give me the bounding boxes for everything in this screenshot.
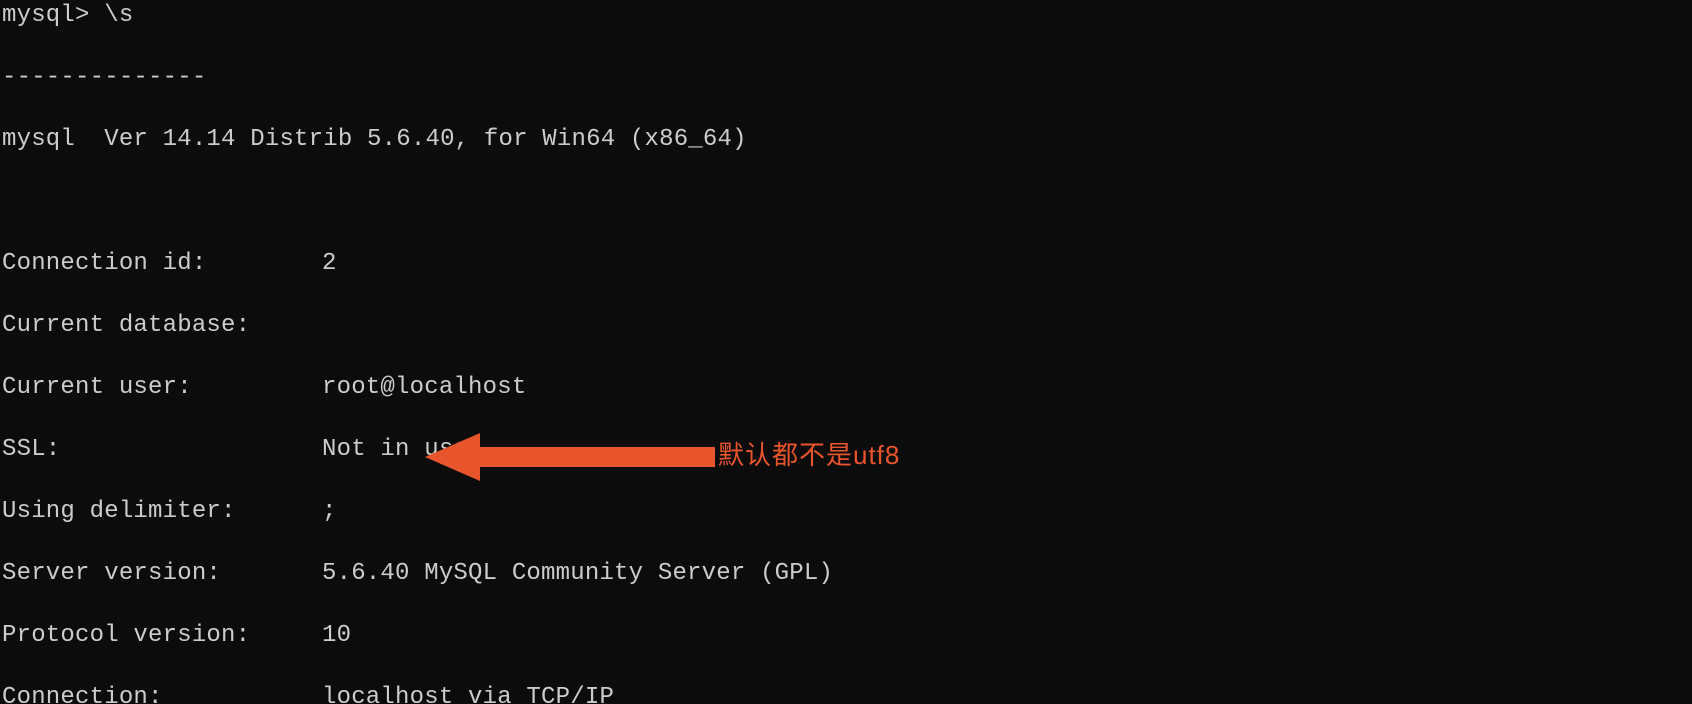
server-version-label: Server version:	[2, 558, 322, 589]
prompt: mysql>	[2, 2, 104, 29]
connection-id-label: Connection id:	[2, 248, 322, 279]
command: \s	[104, 2, 133, 29]
divider-top: --------------	[2, 62, 1692, 93]
using-delimiter-value: ;	[322, 498, 337, 525]
terminal-output[interactable]: mysql> \s -------------- mysql Ver 14.14…	[0, 0, 1692, 704]
protocol-version-value: 10	[322, 622, 351, 649]
connection-id-value: 2	[322, 250, 337, 277]
protocol-version-label: Protocol version:	[2, 620, 322, 651]
version-line: mysql Ver 14.14 Distrib 5.6.40, for Win6…	[2, 124, 1692, 155]
connection-label: Connection:	[2, 682, 322, 704]
current-database-label: Current database:	[2, 310, 322, 341]
ssl-value: Not in use	[322, 436, 468, 463]
server-version-value: 5.6.40 MySQL Community Server (GPL)	[322, 560, 833, 587]
current-user-label: Current user:	[2, 372, 322, 403]
using-delimiter-label: Using delimiter:	[2, 496, 322, 527]
current-user-value: root@localhost	[322, 374, 526, 401]
connection-value: localhost via TCP/IP	[322, 684, 614, 704]
ssl-label: SSL:	[2, 434, 322, 465]
